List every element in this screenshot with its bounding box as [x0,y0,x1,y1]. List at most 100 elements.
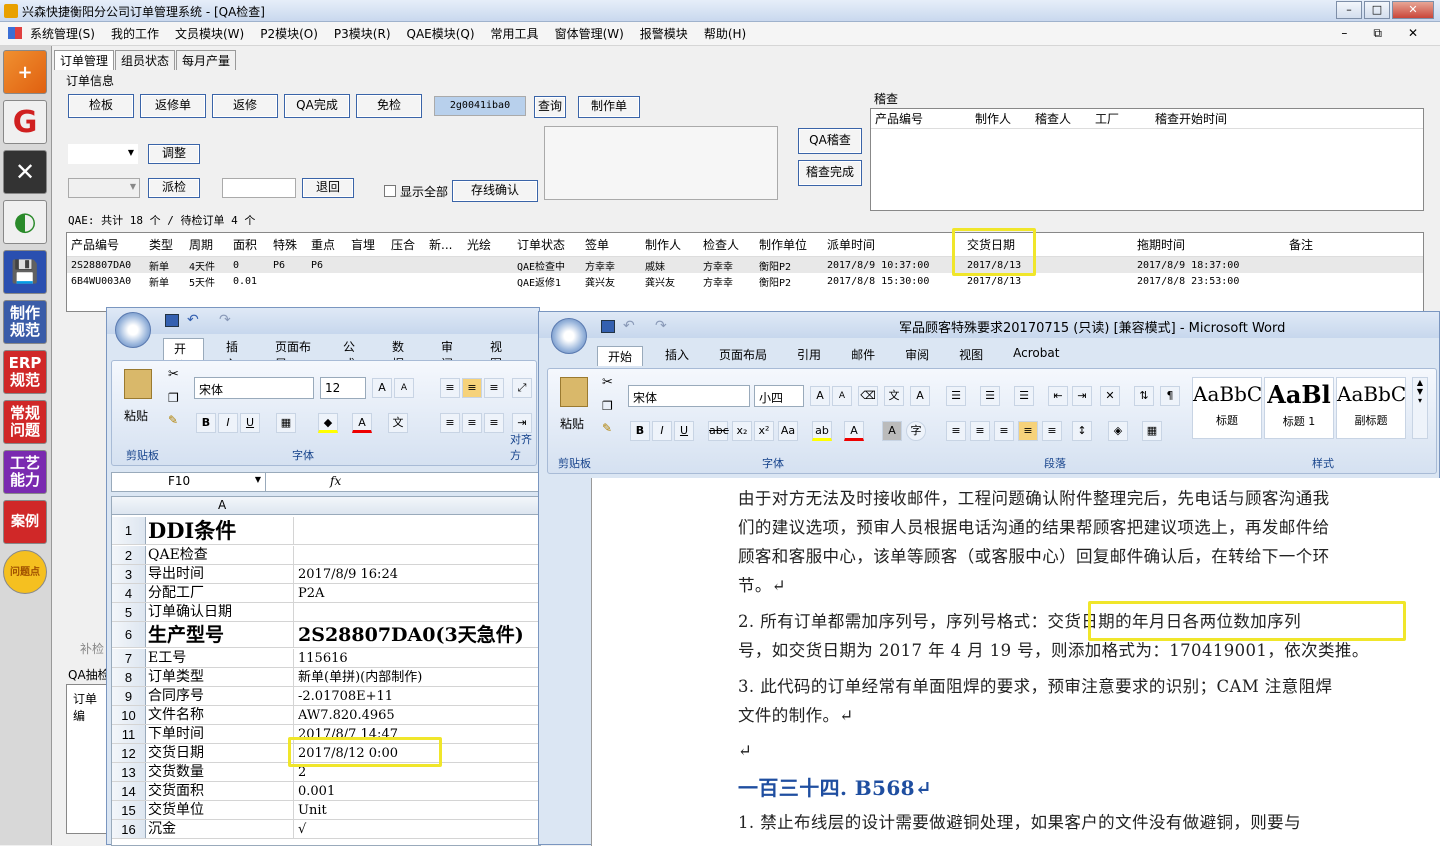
sidebar-item-g[interactable]: G [3,100,47,144]
cell-a[interactable]: 订单类型 [148,668,294,686]
audit-col[interactable]: 工厂 [1091,110,1151,127]
align-bottom-icon[interactable]: ≡ [484,378,504,398]
fill-color-icon[interactable]: ◆ [318,413,338,433]
italic-icon[interactable]: I [652,421,672,441]
audit-col[interactable]: 稽查开始时间 [1151,110,1271,127]
bullets-icon[interactable]: ☰ [946,386,966,406]
align-left-icon[interactable]: ≡ [946,421,966,441]
sidebar-item-case[interactable]: 案例 [3,500,47,544]
cell-a[interactable]: 沉金 [148,820,294,838]
sheet-row[interactable]: 10 文件名称 AW7.820.4965 [112,706,540,725]
change-case-icon[interactable]: Aa [778,421,798,441]
menu-window[interactable]: 窗体管理(W) [555,25,624,42]
orders-col[interactable]: 盲埋 [347,236,387,253]
grow-font-icon[interactable]: A [372,378,392,398]
shading-icon[interactable]: ◈ [1108,421,1128,441]
shrink-font-icon[interactable]: A [394,378,414,398]
char-border-icon[interactable]: A [910,386,930,406]
italic-icon[interactable]: I [218,413,238,433]
cell-a[interactable]: 订单确认日期 [148,603,294,621]
audit-col[interactable]: 产品编号 [871,110,971,127]
tab-member-status[interactable]: 组员状态 [115,50,176,70]
cell-b[interactable]: 2S28807DA0(3天急件) [298,622,540,647]
cell-a[interactable]: 导出时间 [148,565,294,583]
mdi-restore-button[interactable]: ⧉ [1373,26,1382,41]
word-tab-references[interactable]: 引用 [797,346,821,366]
orders-col[interactable]: 备注 [1285,236,1365,253]
sheet-row[interactable]: 15 交货单位 Unit [112,801,540,820]
style-normal[interactable]: AaBbC 标题 [1192,377,1262,439]
repair-order-button[interactable]: 返修单 [140,94,206,118]
minimize-button[interactable]: – [1336,1,1362,19]
cell-a[interactable]: 文件名称 [148,706,294,724]
redo-icon[interactable]: ↷ [655,318,667,334]
strikethrough-icon[interactable]: abc [708,421,729,441]
superscript-icon[interactable]: x² [754,421,774,441]
cell-b[interactable]: 0.001 [298,782,540,800]
align-center-icon[interactable]: ≡ [462,413,482,433]
menu-clerk[interactable]: 文员模块(W) [175,25,244,42]
orders-col[interactable]: 交货日期 [963,236,1133,253]
paste-icon[interactable] [124,369,152,399]
word-tab-acrobat[interactable]: Acrobat [1013,346,1059,366]
multilevel-list-icon[interactable]: ☰ [1014,386,1034,406]
make-order-button[interactable]: 制作单 [578,96,640,118]
orientation-icon[interactable]: ⤢ [512,378,532,398]
table-row[interactable]: 6B4WU003A0 新单 5天件 0.01 QAE返修1 龚兴友 龚兴友 方幸… [67,273,1423,289]
cell-b[interactable]: 2 [298,763,540,781]
cell-b[interactable]: 115616 [298,649,540,667]
style-subtitle[interactable]: AaBbC 副标题 [1336,377,1406,439]
sheet-row[interactable]: 9 合同序号 -2.01708E+11 [112,687,540,706]
distribute-icon[interactable]: ≡ [1042,421,1062,441]
format-painter-icon[interactable]: ✎ [602,421,612,435]
cell-b[interactable]: P2A [298,584,540,602]
combo-2[interactable]: ▼ [68,178,140,198]
sidebar-item-save[interactable]: 💾 [3,250,47,294]
orders-col[interactable]: 制作单位 [755,236,823,253]
style-heading-1[interactable]: AaBl 标题 1 [1264,377,1334,439]
cell-b[interactable]: -2.01708E+11 [298,687,540,705]
save-icon[interactable] [165,314,179,327]
subscript-icon[interactable]: x₂ [732,421,752,441]
word-tab-view[interactable]: 视图 [959,346,983,366]
cell-b[interactable]: 2017/8/9 16:24 [298,565,540,583]
word-tab-mailings[interactable]: 邮件 [851,346,875,366]
orders-col[interactable]: 类型 [145,236,185,253]
orders-col[interactable]: 重点 [307,236,347,253]
office-button-icon[interactable] [115,312,151,348]
align-center-icon[interactable]: ≡ [970,421,990,441]
recheck-label[interactable]: 补检 [80,640,104,657]
cut-icon[interactable]: ✂ [168,367,179,382]
orders-col[interactable]: 签单 [581,236,641,253]
sheet-row[interactable]: 7 E工号 115616 [112,649,540,668]
document-page[interactable]: 由于对方无法及时接收邮件，工程问题确认附件整理完后，先电话与顾客沟通我 们的建议… [591,478,1440,846]
cell-a[interactable]: 合同序号 [148,687,294,705]
audit-complete-button[interactable]: 稽查完成 [798,160,862,186]
underline-icon[interactable]: U [240,413,260,433]
sidebar-item-spec[interactable]: 制作规范 [3,300,47,344]
font-name-box[interactable]: 宋体 [628,385,750,407]
sheet-row[interactable]: 2 QAE检查 [112,546,540,565]
highlight-icon[interactable]: ab [812,421,832,441]
mdi-close-button[interactable]: ✕ [1408,26,1418,41]
cell-b[interactable]: 新单(单拼)(内部制作) [298,668,540,686]
qa-sample-grid[interactable]: 订单编 [66,684,108,834]
orders-col[interactable]: 面积 [229,236,269,253]
sheet-row[interactable]: 13 交货数量 2 [112,763,540,782]
sort-icon[interactable]: ⇅ [1134,386,1154,406]
mdi-minimize-button[interactable]: – [1341,26,1347,41]
cell-b[interactable]: 2017/8/12 0:00 [298,744,540,762]
char-shading-icon[interactable]: A [882,421,902,441]
align-middle-icon[interactable]: ≡ [462,378,482,398]
border-icon[interactable]: ▦ [276,413,296,433]
show-marks-icon[interactable]: ¶ [1160,386,1180,406]
word-tab-review[interactable]: 审阅 [905,346,929,366]
function-icon[interactable]: fx [330,474,341,488]
sheet-row[interactable]: 16 沉金 √ [112,820,540,839]
show-all-checkbox[interactable] [384,185,396,197]
font-size-box[interactable]: 12 [320,377,366,399]
undo-icon[interactable]: ↶ [623,318,635,334]
word-tab-insert[interactable]: 插入 [665,346,689,366]
font-size-box[interactable]: 小四 [754,385,804,407]
font-color-icon[interactable]: A [844,421,864,441]
